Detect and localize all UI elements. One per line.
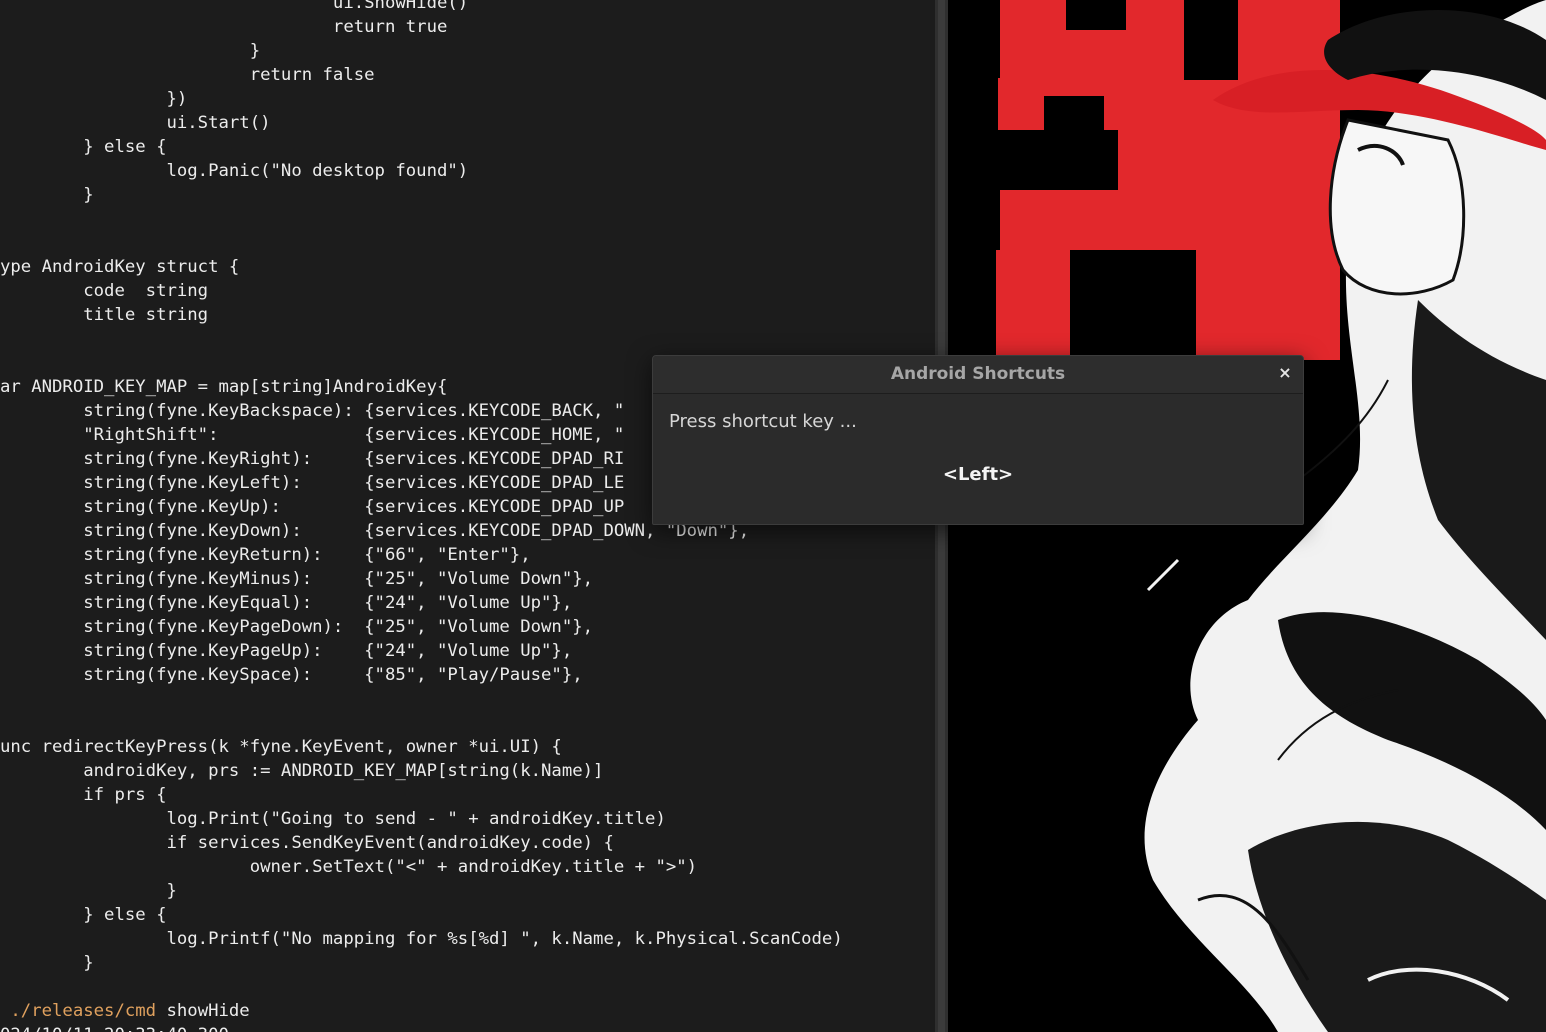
code-line: string(fyne.KeyPageUp): {"24", "Volume U… xyxy=(0,641,573,661)
code-line: } xyxy=(0,41,261,61)
code-line: log.Panic("No desktop found") xyxy=(0,161,469,181)
code-line: ype AndroidKey struct { xyxy=(0,257,240,277)
shell-prompt-line: ./releases/cmd showHide xyxy=(0,999,843,1023)
code-line: string(fyne.KeyMinus): {"25", "Volume Do… xyxy=(0,569,594,589)
prompt-command: showHide xyxy=(156,1001,250,1021)
code-line: string(fyne.KeyReturn): {"66", "Enter"}, xyxy=(0,545,531,565)
code-line: } else { xyxy=(0,137,167,157)
code-line: log.Print("Going to send - " + androidKe… xyxy=(0,809,666,829)
code-line: } xyxy=(0,185,94,205)
dialog-titlebar[interactable]: Android Shortcuts × xyxy=(653,356,1303,394)
code-line: log.Printf("No mapping for %s[%d] ", k.N… xyxy=(0,929,843,949)
code-line: } xyxy=(0,953,94,973)
code-line: } xyxy=(0,881,177,901)
code-line: return true xyxy=(0,17,448,37)
code-line: return false xyxy=(0,65,375,85)
log-output-line: 024/10/11 20:33:40 300 xyxy=(0,1023,843,1032)
code-line: if services.SendKeyEvent(androidKey.code… xyxy=(0,833,614,853)
code-line: } else { xyxy=(0,905,167,925)
code-line: androidKey, prs := ANDROID_KEY_MAP[strin… xyxy=(0,761,604,781)
dialog-prompt-text: Press shortcut key ... xyxy=(669,411,857,432)
code-line: if prs { xyxy=(0,785,167,805)
code-line: unc redirectKeyPress(k *fyne.KeyEvent, o… xyxy=(0,737,562,757)
code-line: string(fyne.KeyPageDown): {"25", "Volume… xyxy=(0,617,594,637)
prompt-path: ./releases/cmd xyxy=(0,1001,157,1021)
close-icon[interactable]: × xyxy=(1277,363,1293,383)
dialog-title: Android Shortcuts xyxy=(890,364,1066,384)
code-line: string(fyne.KeySpace): {"85", "Play/Paus… xyxy=(0,665,583,685)
code-line: title string xyxy=(0,305,209,325)
code-line: ui.Start() xyxy=(0,113,271,133)
code-line: owner.SetText("<" + androidKey.title + "… xyxy=(0,857,698,877)
current-key-label: <Left> xyxy=(942,464,1014,485)
code-line: string(fyne.KeyEqual): {"24", "Volume Up… xyxy=(0,593,573,613)
android-shortcuts-dialog[interactable]: Android Shortcuts × Press shortcut key .… xyxy=(652,355,1304,525)
code-line: code string xyxy=(0,281,209,301)
code-line: ui.ShowHide() xyxy=(0,0,469,13)
code-line: }) xyxy=(0,89,188,109)
